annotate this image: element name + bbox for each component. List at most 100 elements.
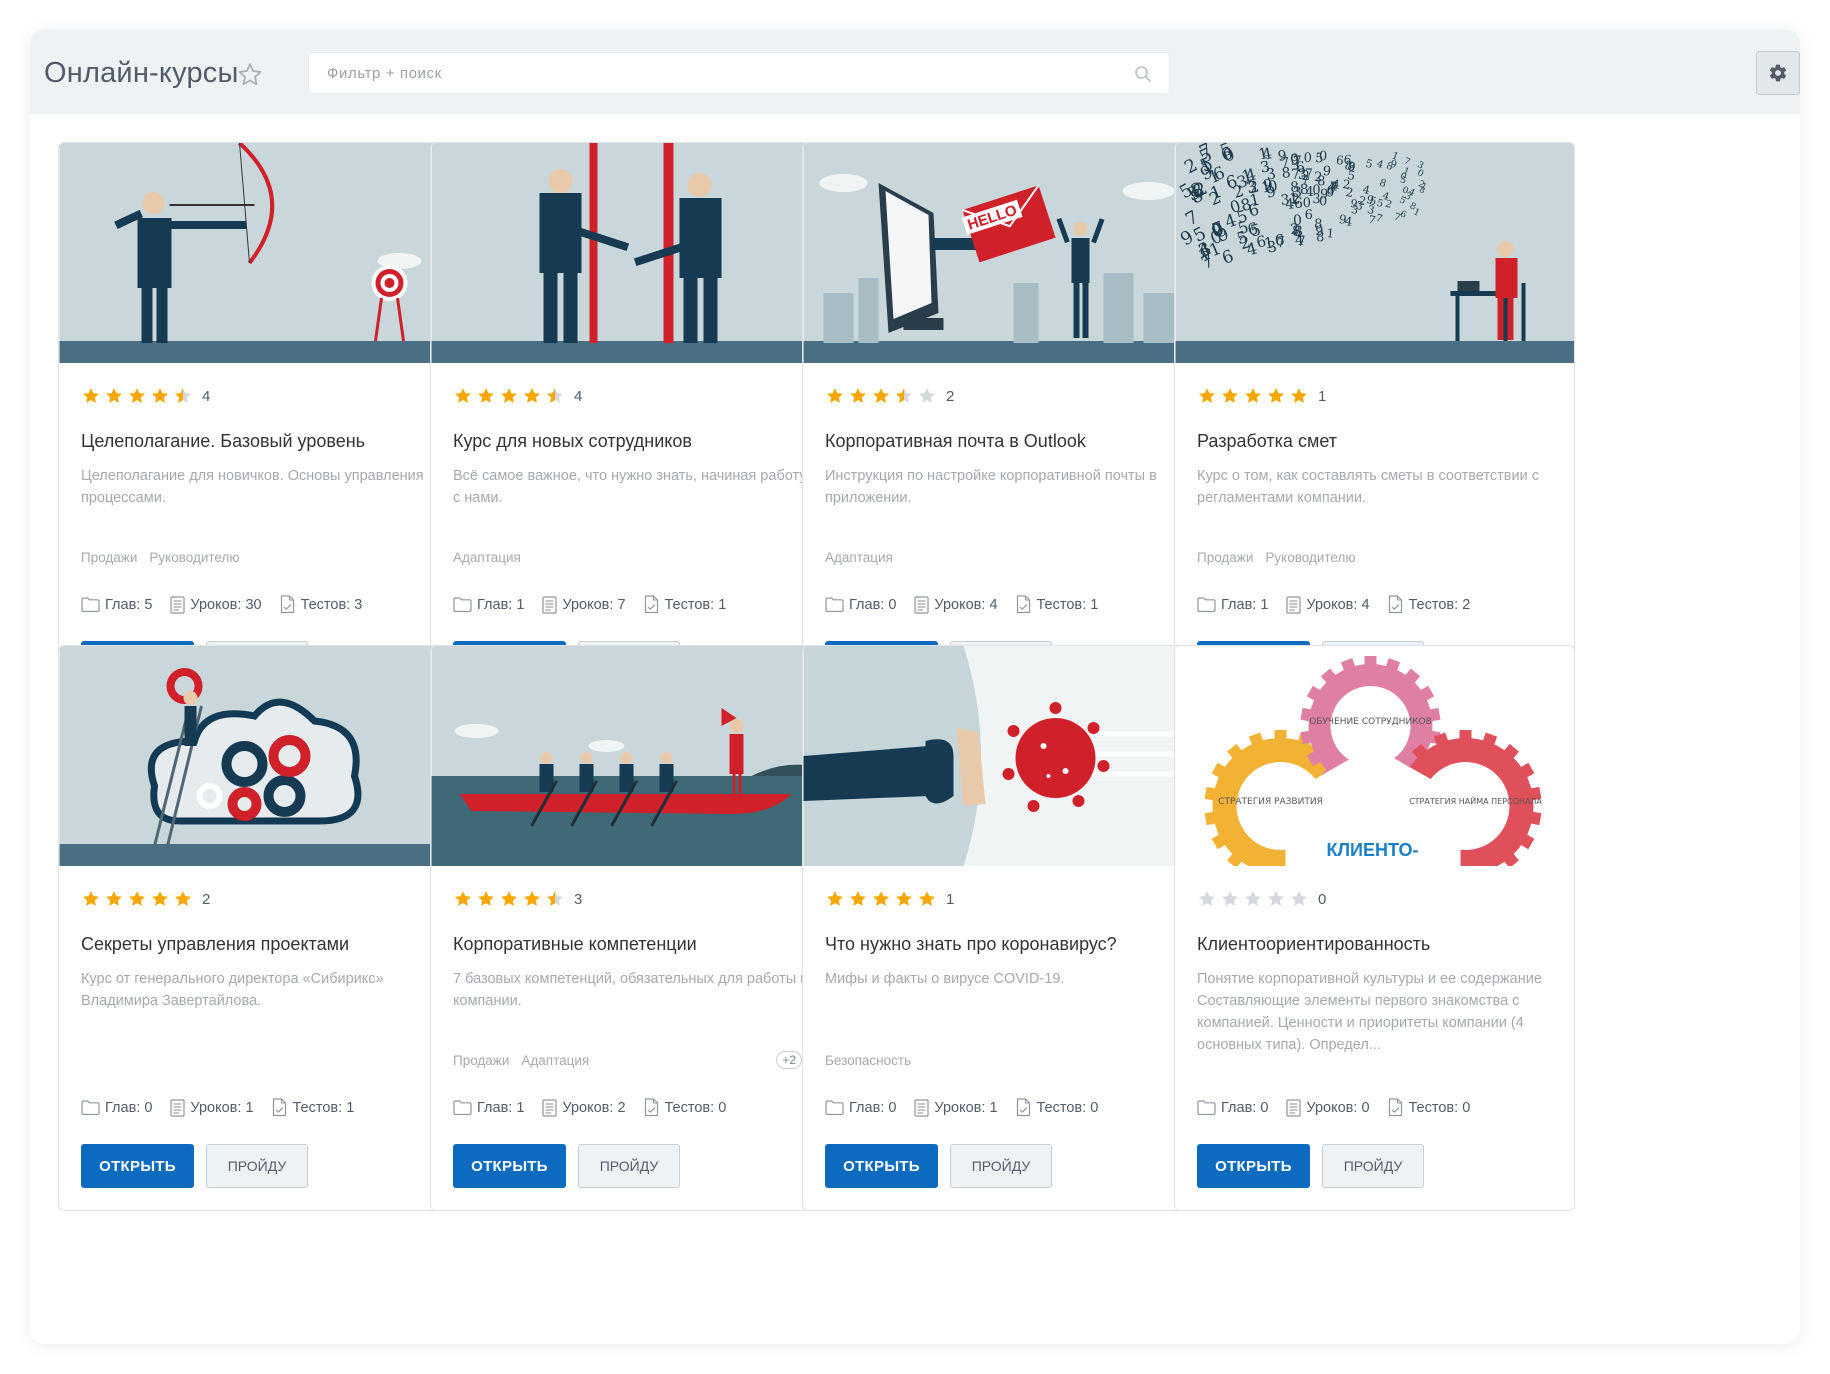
lessons-stat: Уроков: 4 <box>914 595 998 614</box>
course-description: Понятие корпоративной культуры и ее соде… <box>1197 971 1542 1053</box>
rating-stars[interactable] <box>1197 386 1309 406</box>
search-input[interactable] <box>309 53 1169 93</box>
chapters-count: 0 <box>888 596 897 613</box>
svg-text:9: 9 <box>1322 164 1331 180</box>
tests-stat: Тестов: 0 <box>1388 1098 1470 1117</box>
lessons-count: 4 <box>989 596 998 613</box>
page-title: Онлайн-курсы <box>44 57 239 89</box>
test-document-icon <box>1388 595 1402 614</box>
star-outline-icon[interactable] <box>236 61 264 89</box>
course-card: 0123456789012345678901234567890123456789… <box>1174 142 1575 708</box>
rating-stars[interactable] <box>81 889 193 909</box>
star-icon <box>129 388 145 403</box>
course-title[interactable]: Корпоративные компетенции <box>453 934 697 955</box>
tag[interactable]: Продажи <box>1197 550 1253 565</box>
course-stats: Глав: 0 Уроков: 1 Тестов: 0 <box>825 1098 1116 1117</box>
course-stats: Глав: 0 Уроков: 4 Тестов: 1 <box>825 595 1116 614</box>
tag[interactable]: Адаптация <box>521 1053 589 1068</box>
course-title[interactable]: Что нужно знать про коронавирус? <box>825 934 1117 955</box>
later-button[interactable]: ПРОЙДУ <box>1322 1144 1424 1188</box>
course-card: 4 Целеполагание. Базовый уровень Целепол… <box>58 142 459 708</box>
course-card: 2 Секреты управления проектами Курс от г… <box>58 645 459 1211</box>
tag[interactable]: Продажи <box>453 1053 509 1068</box>
rating-stars[interactable] <box>81 386 193 406</box>
course-description: 7 базовых компетенций, обязательных для … <box>453 971 808 1009</box>
tests-stat: Тестов: 3 <box>280 595 362 614</box>
star-icon <box>478 891 494 906</box>
course-card: 1 Что нужно знать про коронавирус? Мифы … <box>802 645 1203 1211</box>
chapters-label: Глав: <box>105 1099 141 1116</box>
tag[interactable]: Безопасность <box>825 1053 911 1068</box>
lessons-count: 30 <box>245 596 262 613</box>
course-image[interactable] <box>803 646 1202 866</box>
course-image[interactable]: ОБУЧЕНИЕ СОТРУДНИКОВ СТРАТЕГИЯ РАЗВИТИЯ … <box>1175 646 1574 866</box>
course-title[interactable]: Секреты управления проектами <box>81 934 349 955</box>
later-button[interactable]: ПРОЙДУ <box>206 1144 308 1188</box>
tests-label: Тестов: <box>664 596 715 613</box>
rating-stars[interactable] <box>1197 889 1309 909</box>
rating: 2 <box>825 385 954 407</box>
star-empty-icon <box>1291 891 1307 906</box>
tests-count: 2 <box>1462 596 1471 613</box>
course-stats: Глав: 5 Уроков: 30 Тестов: 3 <box>81 595 380 614</box>
chapters-count: 1 <box>1260 596 1269 613</box>
star-icon <box>827 891 843 906</box>
course-stats: Глав: 1 Уроков: 7 Тестов: 1 <box>453 595 744 614</box>
course-image[interactable]: 0123456789012345678901234567890123456789… <box>1175 143 1574 363</box>
tag[interactable]: Продажи <box>81 550 137 565</box>
open-button[interactable]: ОТКРЫТЬ <box>81 1144 194 1188</box>
tests-label: Тестов: <box>300 596 351 613</box>
more-tags-badge[interactable]: +2 <box>776 1051 802 1069</box>
course-title[interactable]: Курс для новых сотрудников <box>453 431 692 452</box>
later-button[interactable]: ПРОЙДУ <box>950 1144 1052 1188</box>
rating: 1 <box>1197 385 1326 407</box>
settings-button[interactable] <box>1756 51 1800 95</box>
course-image[interactable] <box>59 646 458 866</box>
rating: 2 <box>81 888 210 910</box>
course-image[interactable] <box>431 143 830 363</box>
rating-stars[interactable] <box>825 386 937 406</box>
tests-count: 1 <box>346 1099 355 1116</box>
star-icon <box>873 891 889 906</box>
rating-stars[interactable] <box>453 386 565 406</box>
lessons-stat: Уроков: 1 <box>914 1098 998 1117</box>
open-button[interactable]: ОТКРЫТЬ <box>453 1144 566 1188</box>
tests-stat: Тестов: 0 <box>1016 1098 1098 1117</box>
course-image[interactable] <box>431 646 830 866</box>
chapters-stat: Глав: 1 <box>1197 597 1268 613</box>
star-icon <box>501 891 517 906</box>
tag[interactable]: Руководителю <box>149 550 239 565</box>
course-image[interactable] <box>59 143 458 363</box>
test-document-icon <box>644 1098 658 1117</box>
chapters-label: Глав: <box>477 596 513 613</box>
chapters-stat: Глав: 1 <box>453 597 524 613</box>
tag[interactable]: Адаптация <box>453 550 521 565</box>
course-description: Мифы и факты о вирусе COVID-19. <box>825 971 1065 987</box>
tests-label: Тестов: <box>1408 596 1459 613</box>
rating: 3 <box>453 888 582 910</box>
course-title[interactable]: Клиентоориентированность <box>1197 934 1430 955</box>
chapters-count: 0 <box>1260 1099 1269 1116</box>
later-button[interactable]: ПРОЙДУ <box>578 1144 680 1188</box>
star-icon <box>478 388 494 403</box>
rating-stars[interactable] <box>825 889 937 909</box>
tag[interactable]: Адаптация <box>825 550 893 565</box>
open-button[interactable]: ОТКРЫТЬ <box>1197 1144 1310 1188</box>
search-icon[interactable] <box>1133 64 1153 84</box>
open-button[interactable]: ОТКРЫТЬ <box>825 1144 938 1188</box>
tests-stat: Тестов: 1 <box>272 1098 355 1117</box>
star-icon <box>1222 388 1238 403</box>
rating-stars[interactable] <box>453 889 565 909</box>
course-title[interactable]: Корпоративная почта в Outlook <box>825 431 1086 452</box>
course-image[interactable]: HELLO <box>803 143 1202 363</box>
lessons-stat: Уроков: 2 <box>542 1098 626 1117</box>
chapters-label: Глав: <box>849 1099 885 1116</box>
star-icon <box>850 891 866 906</box>
star-icon <box>850 388 866 403</box>
document-lines-icon <box>914 1098 930 1117</box>
tag[interactable]: Руководителю <box>1265 550 1355 565</box>
course-title[interactable]: Разработка смет <box>1197 431 1337 452</box>
rating-count: 2 <box>202 890 211 908</box>
folder-icon <box>825 597 844 612</box>
course-title[interactable]: Целеполагание. Базовый уровень <box>81 431 365 452</box>
